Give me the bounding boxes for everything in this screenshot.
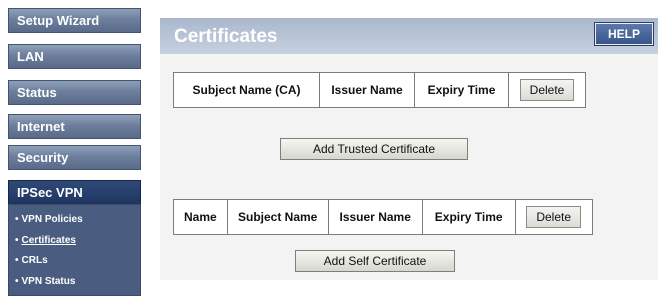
bullet-icon: • xyxy=(15,234,19,246)
table-header-row: Subject Name (CA) Issuer Name Expiry Tim… xyxy=(173,72,586,108)
nav-security[interactable]: Security xyxy=(8,145,141,170)
column-header: Expiry Time xyxy=(421,199,516,235)
add-self-certificate-button[interactable]: Add Self Certificate xyxy=(295,250,455,272)
sub-item-label: VPN Policies xyxy=(21,214,83,225)
bullet-icon: • xyxy=(15,255,19,266)
main-panel: Certificates HELP Subject Name (CA) Issu… xyxy=(160,18,658,280)
title-bar: Certificates HELP xyxy=(160,18,658,54)
delete-cell: Delete xyxy=(514,199,593,235)
add-trusted-certificate-button[interactable]: Add Trusted Certificate xyxy=(280,138,468,160)
nav-setup-wizard[interactable]: Setup Wizard xyxy=(8,8,141,33)
sub-item-vpn-status[interactable]: • VPN Status xyxy=(15,272,140,293)
page-title: Certificates xyxy=(174,26,278,47)
column-header: Name xyxy=(173,199,228,235)
sub-item-label: Certificates xyxy=(21,234,76,246)
table-header-row: Name Subject Name Issuer Name Expiry Tim… xyxy=(173,199,593,235)
bullet-icon: • xyxy=(15,275,19,287)
bullet-icon: • xyxy=(15,214,19,225)
nav-internet[interactable]: Internet xyxy=(8,114,141,139)
column-header: Issuer Name xyxy=(319,72,415,108)
sub-item-label: CRLs xyxy=(21,255,48,266)
delete-cell: Delete xyxy=(508,72,586,108)
nav-lan[interactable]: LAN xyxy=(8,44,141,69)
sidebar: Setup Wizard LAN Status Internet Securit… xyxy=(0,0,146,300)
nav-ipsec-vpn[interactable]: IPSec VPN xyxy=(8,180,141,205)
nav-status[interactable]: Status xyxy=(8,80,141,105)
column-header: Expiry Time xyxy=(414,72,509,108)
help-button[interactable]: HELP xyxy=(594,22,654,46)
delete-self-button[interactable]: Delete xyxy=(526,206,582,228)
sub-item-crls[interactable]: • CRLs xyxy=(15,251,140,272)
sub-item-certificates[interactable]: • Certificates xyxy=(15,231,140,252)
self-certificates-table: Name Subject Name Issuer Name Expiry Tim… xyxy=(173,199,593,235)
column-header: Subject Name (CA) xyxy=(173,72,320,108)
sub-item-vpn-policies[interactable]: • VPN Policies xyxy=(15,210,140,231)
trusted-certificates-table: Subject Name (CA) Issuer Name Expiry Tim… xyxy=(173,72,586,108)
sub-item-label: VPN Status xyxy=(21,275,76,287)
ipsec-submenu: • VPN Policies • Certificates • CRLs • VPN S… xyxy=(8,204,141,296)
column-header: Subject Name xyxy=(226,199,329,235)
delete-trusted-button[interactable]: Delete xyxy=(519,79,575,101)
column-header: Issuer Name xyxy=(327,199,423,235)
